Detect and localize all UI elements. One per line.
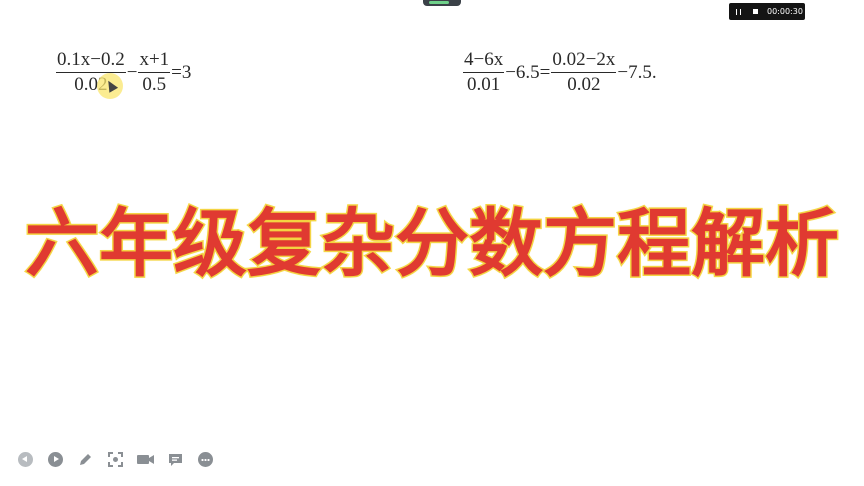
stop-icon[interactable] — [753, 9, 758, 14]
pen-button[interactable] — [76, 450, 95, 469]
previous-button[interactable] — [16, 450, 35, 469]
handle-indicator — [429, 1, 449, 4]
pause-icon[interactable] — [736, 9, 741, 15]
page-title: 六年级复杂分数方程解析 — [24, 200, 841, 289]
next-button[interactable] — [46, 450, 65, 469]
camera-icon — [137, 455, 154, 464]
more-button[interactable] — [196, 450, 215, 469]
fraction: 4−6x 0.01 — [463, 50, 505, 95]
operator: − — [126, 61, 138, 83]
equals-rhs: =3 — [171, 61, 192, 83]
more-icon — [198, 452, 213, 467]
middle-expression: −6.5= — [505, 61, 551, 83]
recording-bar: 00:00:30 — [729, 3, 805, 20]
numerator: x+1 — [138, 50, 171, 73]
equation-left: 0.1x−0.2 0.02 − x+1 0.5 =3 — [55, 50, 191, 95]
previous-icon — [18, 452, 33, 467]
next-icon — [48, 452, 63, 467]
equation-right: 4−6x 0.01 −6.5= 0.02−2x 0.02 −7.5. — [462, 50, 657, 95]
tail-expression: −7.5. — [617, 61, 657, 83]
screenshot-button[interactable] — [106, 450, 125, 469]
numerator: 0.1x−0.2 — [56, 50, 126, 73]
fraction: 0.02−2x 0.02 — [551, 50, 617, 95]
comment-button[interactable] — [166, 450, 185, 469]
screenshot-icon — [108, 452, 123, 467]
numerator: 0.02−2x — [551, 50, 617, 73]
denominator: 0.5 — [142, 74, 167, 95]
camera-button[interactable] — [136, 450, 155, 469]
presentation-toolbar — [16, 450, 215, 469]
top-drag-handle[interactable] — [423, 0, 461, 6]
denominator: 0.02 — [567, 74, 601, 95]
comment-icon — [169, 454, 182, 466]
pen-icon — [80, 454, 91, 465]
denominator: 0.01 — [466, 74, 501, 95]
numerator: 4−6x — [463, 50, 505, 73]
fraction: x+1 0.5 — [138, 50, 171, 95]
recording-timer: 00:00:30 — [767, 7, 803, 16]
